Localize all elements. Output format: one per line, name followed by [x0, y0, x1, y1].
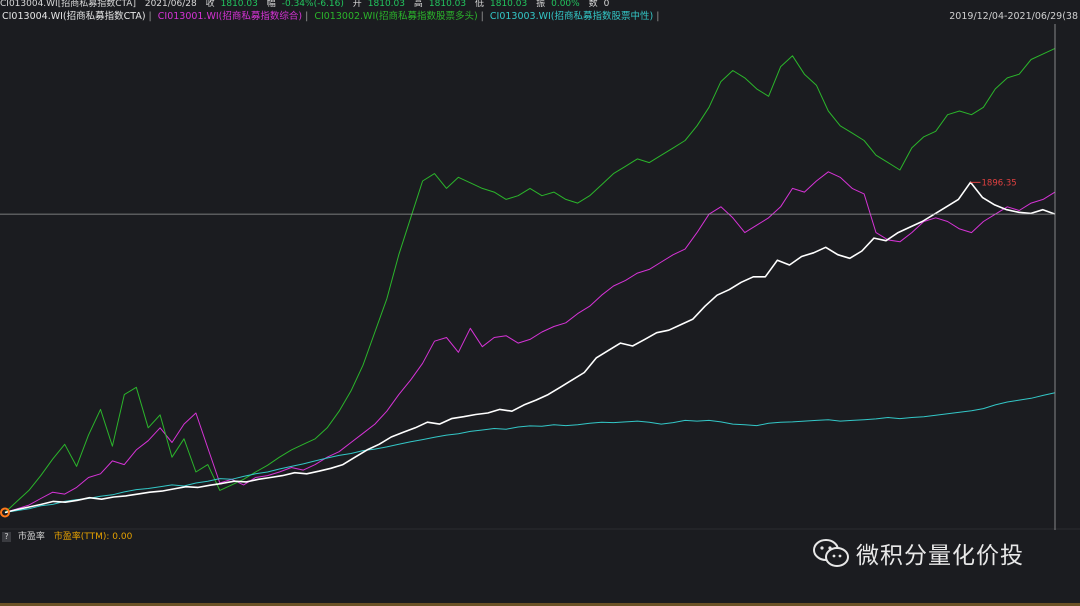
quote-amp: 0.00%	[551, 0, 580, 9]
series-line-0	[4, 181, 1056, 514]
quote-change-label: 幅	[266, 0, 276, 9]
quote-amp-label: 振	[536, 0, 546, 9]
quote-open-label: 开	[352, 0, 362, 9]
quote-change: -0.34%(-6.16)	[281, 0, 344, 9]
quote-low-label: 低	[474, 0, 484, 9]
quote-vol-label: 数	[588, 0, 598, 9]
help-icon[interactable]: ?	[2, 532, 11, 542]
quote-vol: 0	[603, 0, 610, 9]
subpanel-name[interactable]: 市盈率	[18, 532, 45, 542]
chart-grid	[0, 24, 1080, 530]
legend-item-composite[interactable]: CI013001.WI(招商私募指数综合)	[158, 11, 302, 22]
quote-high-label: 高	[413, 0, 423, 9]
legend-item-long-equity[interactable]: CI013002.WI(招商私募指数股票多头)	[314, 11, 477, 22]
quote-low: 1810.03	[490, 0, 528, 9]
chart-overlay: 1896.35	[0, 24, 1056, 530]
quote-close-label: 收	[205, 0, 215, 9]
chart-series	[4, 47, 1056, 514]
quote-close: 1810.03	[220, 0, 258, 9]
legend-item-cta[interactable]: CI013004.WI(招商私募指数CTA)	[2, 11, 146, 22]
quote-date: 2021/06/28	[144, 0, 197, 9]
subpanel-value: 市盈率(TTM): 0.00	[53, 532, 133, 542]
subpanel-header: ? 市盈率 市盈率(TTM): 0.00	[2, 531, 132, 543]
date-range: 2019/12/04-2021/06/29(38	[949, 11, 1078, 22]
series-line-2	[4, 47, 1056, 513]
quote-code: CI013004.WI[招商私募指数CTA]	[0, 0, 136, 9]
quote-open: 1810.03	[367, 0, 405, 9]
watermark-text: 微积分量化价投	[856, 543, 1024, 569]
watermark: 微积分量化价投	[812, 536, 1024, 570]
legend-item-market-neutral[interactable]: CI013003.WI(招商私募指数股票中性)	[490, 11, 653, 22]
quote-bar: CI013004.WI[招商私募指数CTA] 2021/06/28 收 1810.…	[0, 0, 1080, 10]
series-legend: CI013004.WI(招商私募指数CTA) | CI013001.WI(招商私募…	[2, 11, 660, 22]
quote-high: 1810.03	[428, 0, 467, 9]
line-chart[interactable]: 1896.35	[0, 24, 1080, 530]
series-line-1	[4, 171, 1056, 513]
max-marker-label: 1896.35	[982, 178, 1017, 188]
series-line-3	[4, 392, 1056, 513]
wechat-icon	[813, 539, 849, 567]
